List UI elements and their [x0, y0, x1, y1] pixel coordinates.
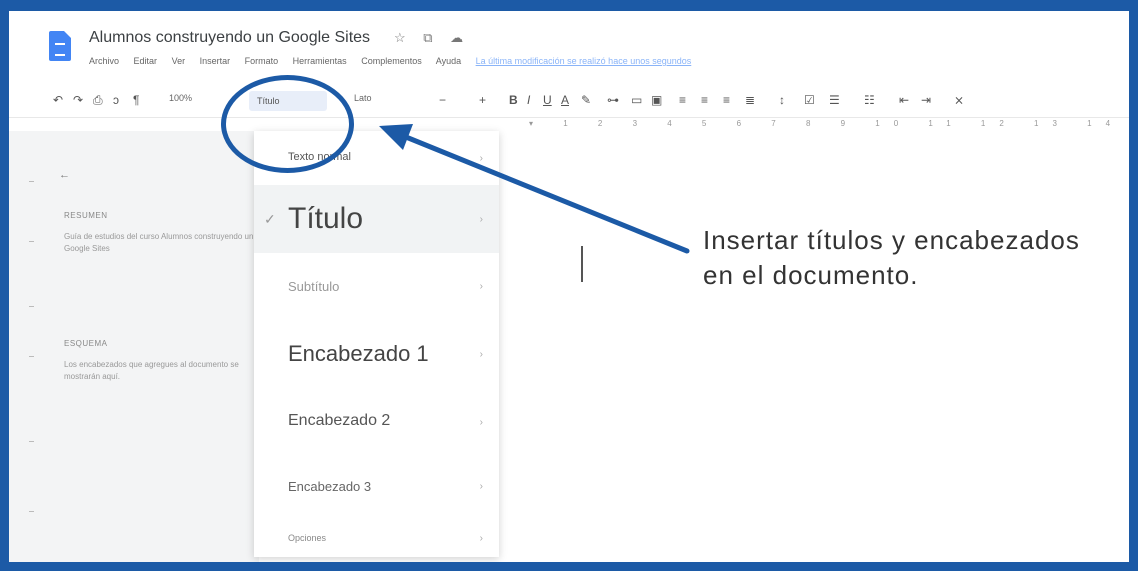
screenshot-frame: Alumnos construyendo un Google Sites ☆ ⧉… [0, 0, 1138, 571]
annotation-text: Insertar títulos y encabezados en el doc… [703, 225, 1080, 290]
